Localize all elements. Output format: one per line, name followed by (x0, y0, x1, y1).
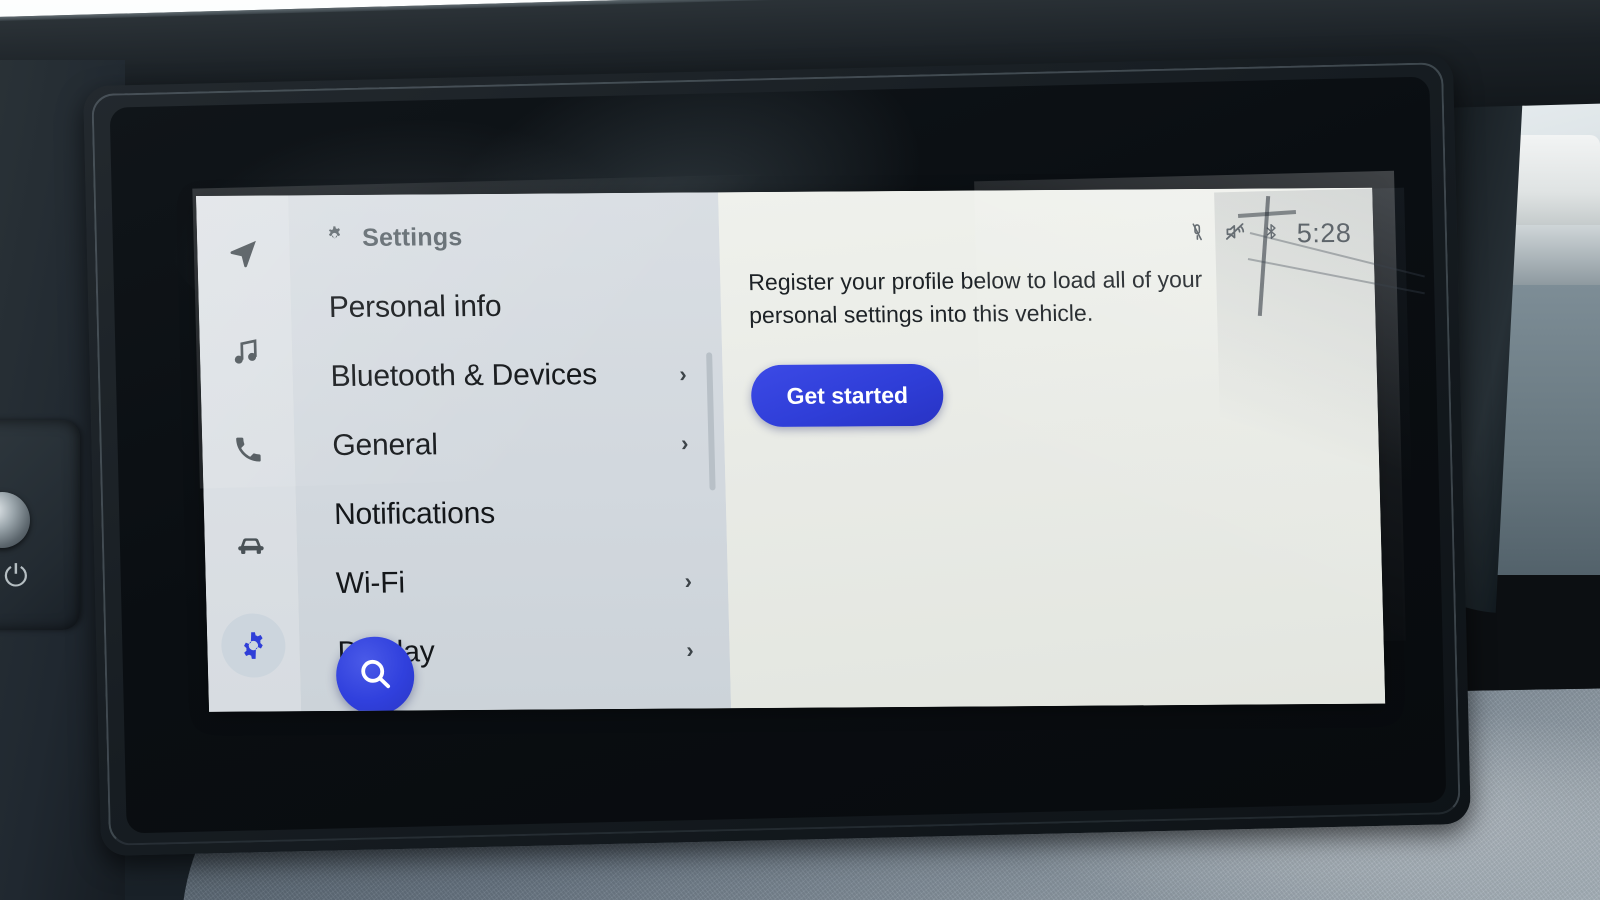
list-item-label: Wi-Fi (335, 565, 406, 600)
search-icon (356, 654, 395, 697)
list-item-label: Notifications (333, 496, 496, 531)
vehicle-car-icon (233, 530, 268, 564)
sidebar-item-navigation[interactable] (211, 221, 277, 285)
get-started-button[interactable]: Get started (750, 364, 945, 428)
clock: 5:28 (1296, 217, 1352, 249)
chevron-right-icon: › (684, 567, 693, 594)
page-title: Settings (361, 222, 463, 252)
media-music-icon (230, 336, 263, 368)
app-rail (196, 195, 302, 712)
list-item-general[interactable]: General › (293, 408, 725, 480)
list-item-label: Bluetooth & Devices (330, 357, 598, 393)
navigation-icon (226, 237, 261, 271)
bluetooth-icon (1262, 220, 1281, 247)
volume-muted-icon (1223, 221, 1247, 248)
power-symbol-icon: ⏻ (4, 560, 28, 593)
sidebar-item-vehicle[interactable] (218, 515, 284, 579)
list-item-personal-info[interactable]: Personal info (290, 270, 722, 342)
sidebar-item-phone[interactable] (216, 417, 282, 481)
list-item-notifications[interactable]: Notifications (295, 477, 727, 549)
detail-panel: 5:28 Register your profile below to load… (718, 187, 1386, 709)
detail-body-text: Register your profile below to load all … (748, 265, 1203, 328)
list-item-label: General (331, 427, 439, 462)
infotainment-screen: Settings Personal info Bluetooth & Devic… (196, 187, 1386, 712)
chevron-right-icon: › (680, 430, 689, 456)
settings-gear-icon (237, 629, 270, 661)
list-item-bluetooth-devices[interactable]: Bluetooth & Devices › (292, 339, 724, 411)
list-item-wifi[interactable]: Wi-Fi › (297, 546, 729, 618)
microphone-muted-icon (1187, 221, 1208, 248)
list-item-label: Personal info (328, 289, 502, 324)
photo-scene: ⏻ Settings Personal info Bluetooth & Dev… (0, 0, 1600, 900)
settings-list-panel: Settings Personal info Bluetooth & Devic… (288, 192, 732, 712)
settings-header: Settings (289, 214, 720, 259)
status-bar: 5:28 (1187, 217, 1352, 250)
sidebar-item-media[interactable] (213, 319, 279, 383)
phone-icon (232, 433, 265, 465)
settings-list: Personal info Bluetooth & Devices › Gene… (290, 270, 731, 687)
chevron-right-icon: › (685, 636, 694, 663)
gear-icon (323, 224, 347, 252)
sidebar-item-settings[interactable] (220, 613, 287, 678)
chevron-right-icon: › (679, 361, 687, 387)
